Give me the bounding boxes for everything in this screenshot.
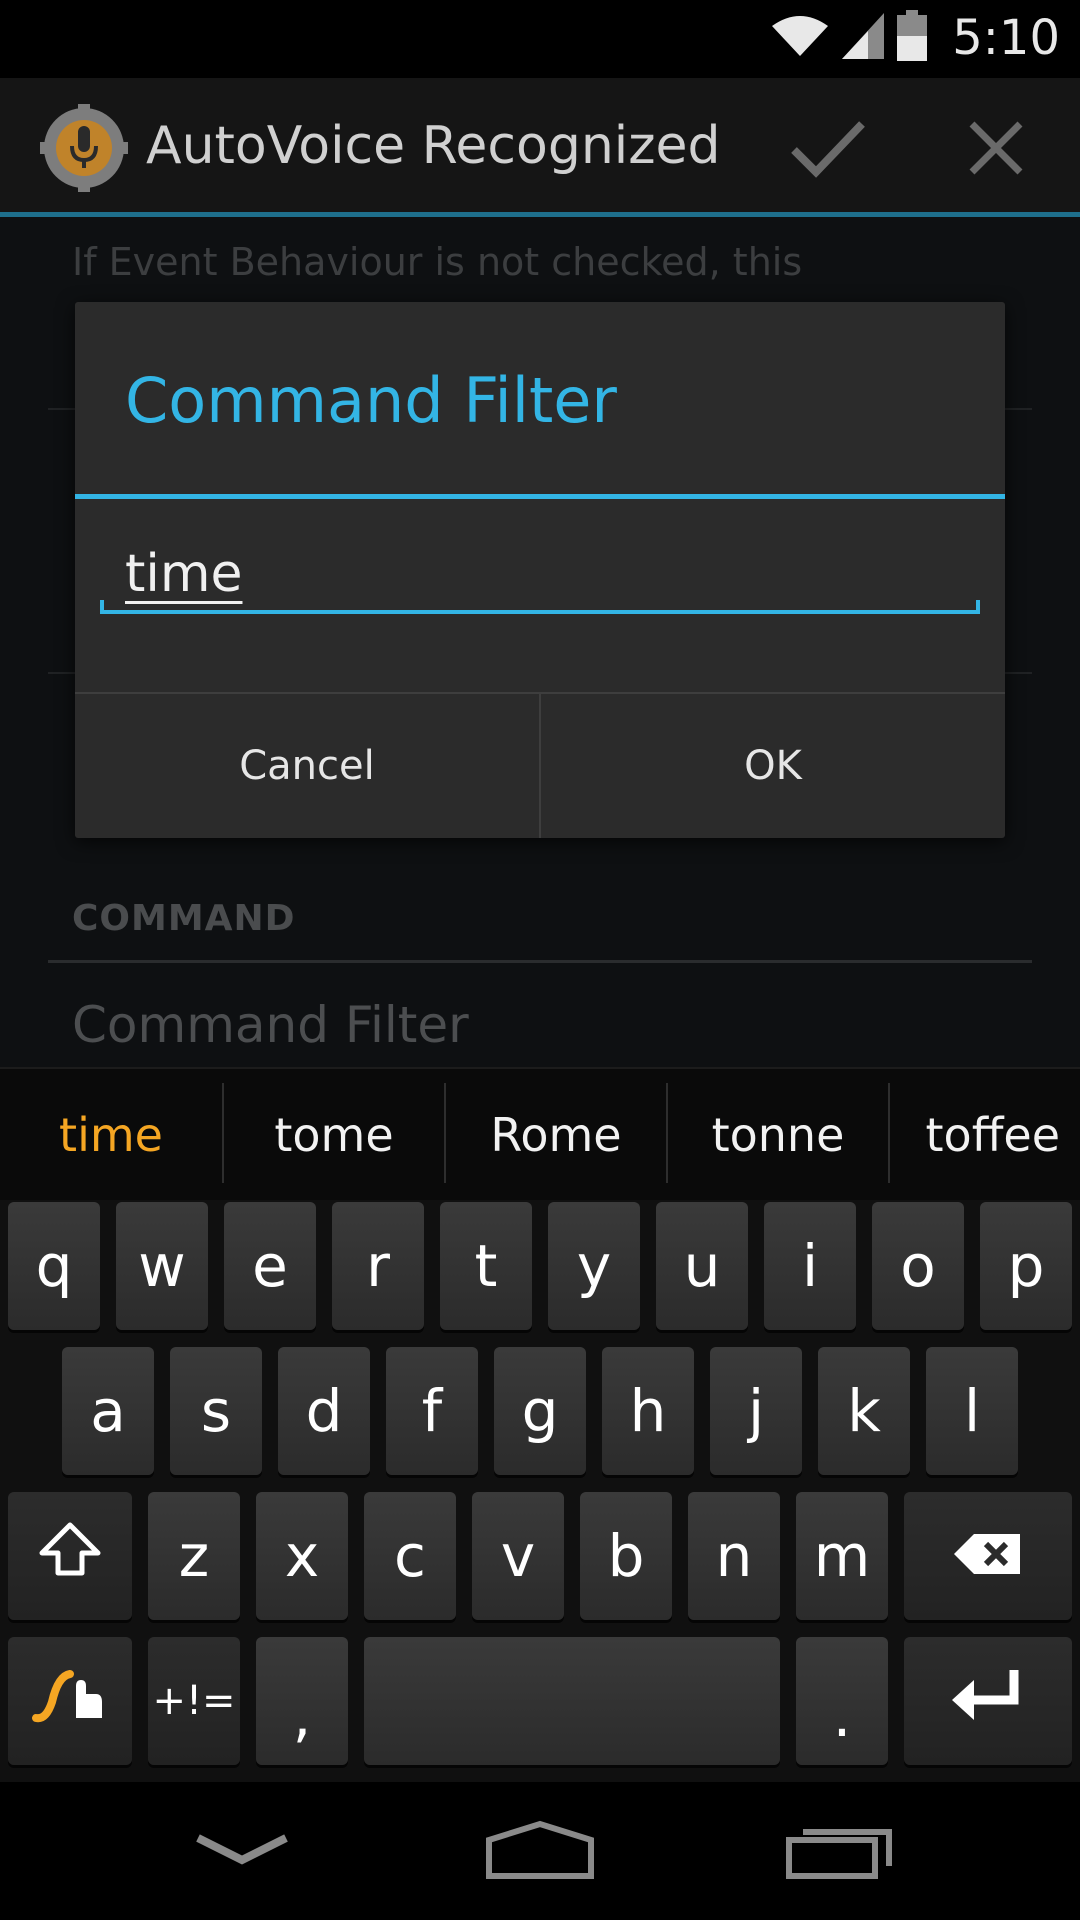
section-divider — [48, 960, 1032, 963]
key-j[interactable]: j — [710, 1347, 802, 1475]
key-d[interactable]: d — [278, 1347, 370, 1475]
backspace-key[interactable] — [904, 1492, 1072, 1620]
key-u[interactable]: u — [656, 1202, 748, 1330]
key-e[interactable]: e — [224, 1202, 316, 1330]
home-icon[interactable] — [480, 1810, 600, 1890]
key-x[interactable]: x — [256, 1492, 348, 1620]
enter-icon — [950, 1666, 1026, 1736]
symbols-key[interactable]: +!= — [148, 1637, 240, 1765]
key-i[interactable]: i — [764, 1202, 856, 1330]
input-underline-right — [976, 600, 980, 614]
key-g[interactable]: g — [494, 1347, 586, 1475]
key-c[interactable]: c — [364, 1492, 456, 1620]
key-k[interactable]: k — [818, 1347, 910, 1475]
status-icons: 5:10 — [770, 8, 1060, 68]
back-down-icon[interactable] — [180, 1810, 304, 1890]
suggestion-item[interactable]: tonne — [668, 1108, 888, 1168]
close-icon[interactable] — [968, 120, 1024, 176]
autovoice-app-icon — [40, 104, 128, 192]
key-a[interactable]: a — [62, 1347, 154, 1475]
suggestion-item[interactable]: time — [0, 1108, 222, 1168]
status-time: 5:10 — [952, 10, 1060, 66]
key-v[interactable]: v — [472, 1492, 564, 1620]
key-m[interactable]: m — [796, 1492, 888, 1620]
wifi-icon — [770, 14, 830, 62]
dialog-title: Command Filter — [125, 364, 617, 437]
swype-icon — [30, 1664, 110, 1738]
backspace-icon — [952, 1522, 1024, 1590]
ok-button[interactable]: OK — [541, 694, 1005, 838]
battery-icon — [896, 10, 928, 66]
cancel-button[interactable]: Cancel — [75, 694, 539, 838]
status-bar: 5:10 — [0, 0, 1080, 75]
input-value[interactable]: time — [125, 544, 242, 604]
key-f[interactable]: f — [386, 1347, 478, 1475]
key-l[interactable]: l — [926, 1347, 1018, 1475]
enter-key[interactable] — [904, 1637, 1072, 1765]
period-key[interactable]: . — [796, 1637, 888, 1765]
key-b[interactable]: b — [580, 1492, 672, 1620]
event-behaviour-description: If Event Behaviour is not checked, this — [72, 240, 803, 284]
key-n[interactable]: n — [688, 1492, 780, 1620]
key-s[interactable]: s — [170, 1347, 262, 1475]
key-y[interactable]: y — [548, 1202, 640, 1330]
suggestion-item[interactable]: toffee — [890, 1108, 1080, 1168]
recents-icon[interactable] — [780, 1810, 900, 1890]
command-filter-setting[interactable]: Command Filter — [72, 996, 469, 1054]
key-r[interactable]: r — [332, 1202, 424, 1330]
command-filter-input[interactable]: time — [100, 528, 980, 628]
key-q[interactable]: q — [8, 1202, 100, 1330]
command-filter-dialog: Command Filter time Cancel OK — [75, 302, 1005, 838]
input-underline — [100, 610, 980, 614]
key-z[interactable]: z — [148, 1492, 240, 1620]
comma-key[interactable]: , — [256, 1637, 348, 1765]
shift-key[interactable] — [8, 1492, 132, 1620]
key-o[interactable]: o — [872, 1202, 964, 1330]
key-w[interactable]: w — [116, 1202, 208, 1330]
space-key[interactable] — [364, 1637, 780, 1765]
dialog-title-divider — [75, 494, 1005, 499]
checkmark-icon[interactable] — [790, 118, 866, 178]
input-underline-left — [100, 600, 104, 614]
suggestion-item[interactable]: tome — [224, 1108, 444, 1168]
key-h[interactable]: h — [602, 1347, 694, 1475]
suggestion-item[interactable]: Rome — [446, 1108, 666, 1168]
app-title: AutoVoice Recognized — [146, 116, 721, 176]
key-p[interactable]: p — [980, 1202, 1072, 1330]
signal-icon — [840, 11, 886, 65]
section-header-command: COMMAND — [72, 898, 296, 939]
key-t[interactable]: t — [440, 1202, 532, 1330]
swype-key[interactable] — [8, 1637, 132, 1765]
shift-icon — [38, 1521, 102, 1591]
